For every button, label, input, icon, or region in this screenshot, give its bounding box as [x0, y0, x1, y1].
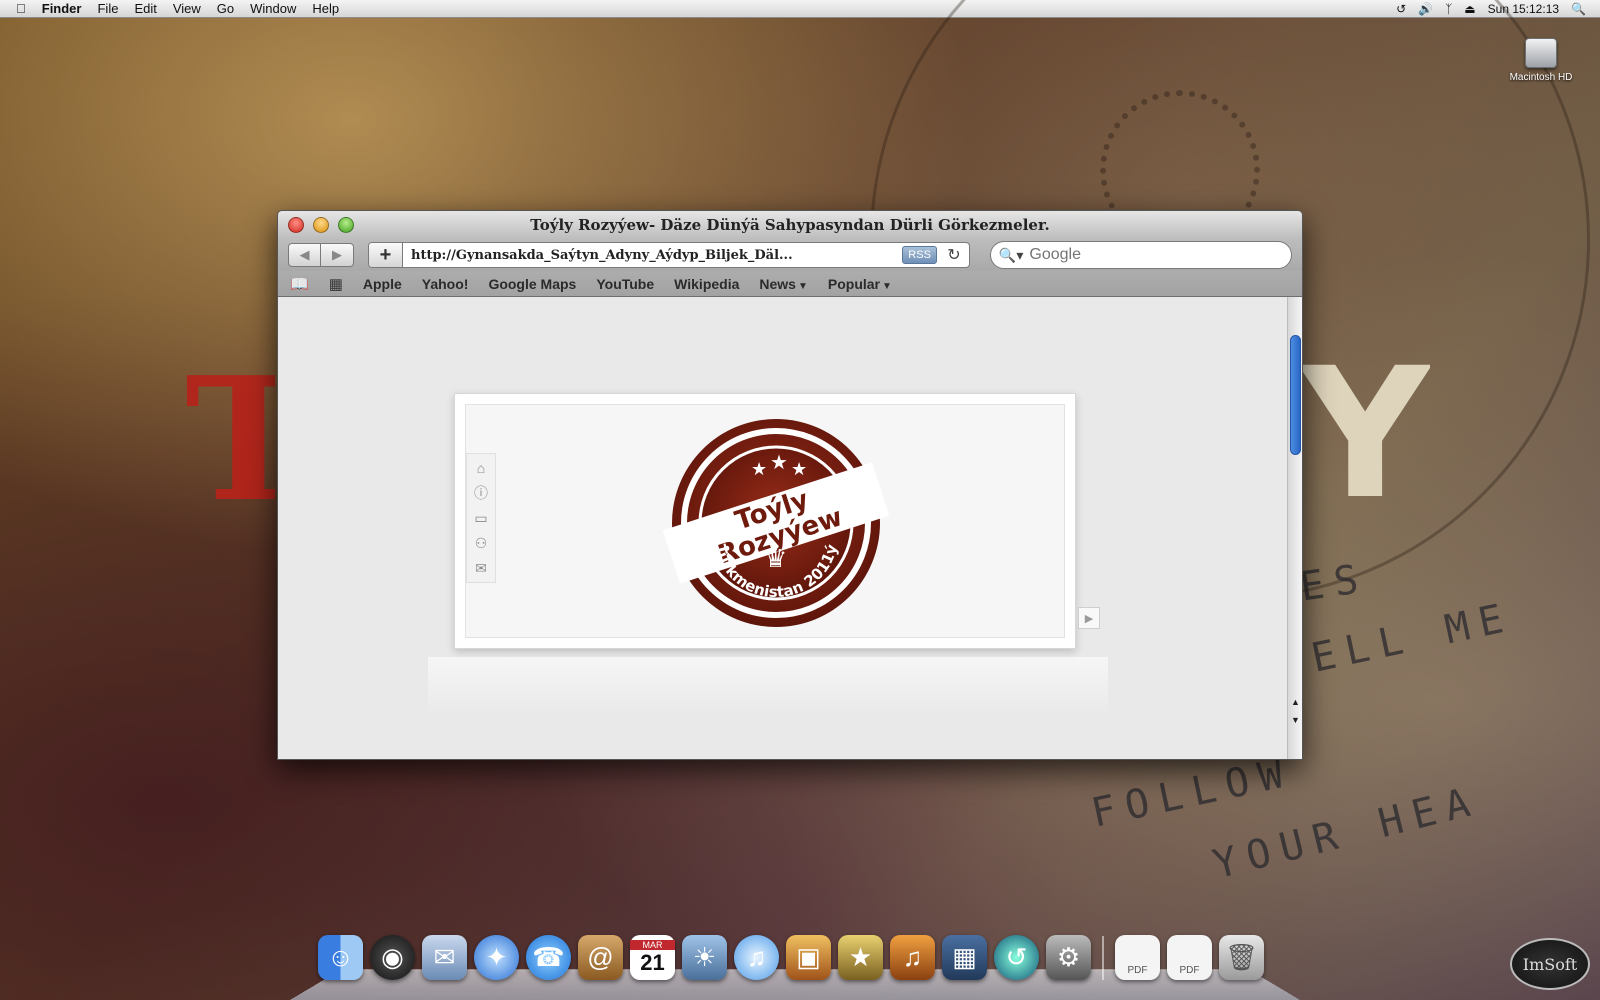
bookmark-menu-popular-label: Popular — [827, 275, 880, 292]
dock-iphoto-icon[interactable]: ☀ — [682, 935, 727, 980]
add-bookmark-button[interactable]: + — [369, 243, 403, 267]
vertical-scrollbar[interactable]: ▲ ▼ — [1287, 297, 1302, 759]
chevron-down-icon: ▼ — [882, 280, 892, 292]
macintosh-hd-icon[interactable]: Macintosh HD — [1505, 38, 1577, 83]
dock-garageband-icon[interactable]: ♫ — [890, 935, 935, 980]
bookmark-youtube[interactable]: YouTube — [596, 276, 654, 292]
dock-ical-icon[interactable]: MAR 21 — [630, 935, 675, 980]
dock-spaces-icon[interactable]: ▦ — [942, 935, 987, 980]
back-arrow-icon: ◀ — [299, 247, 310, 262]
dock-mail-icon[interactable]: ✉ — [422, 935, 467, 980]
page-content: ⌂ ⓘ ▭ ⚇ ✉ Toýly Rozyýew ★ ★ ★ ♛ Türkmeni… — [278, 297, 1302, 759]
search-field: 🔍▾ — [989, 241, 1292, 269]
dock-imovie-icon[interactable]: ★ — [838, 935, 883, 980]
back-button[interactable]: ◀ — [288, 243, 321, 267]
dock-safari-icon[interactable]: ✦ — [474, 935, 519, 980]
dock-pdf-document-icon[interactable]: PDF — [1167, 935, 1212, 980]
address-bar: + RSS ↻ — [368, 242, 970, 268]
dock-time-machine-icon[interactable]: ↺ — [994, 935, 1039, 980]
dock-address-book-icon[interactable]: @ — [578, 935, 623, 980]
dock-trash-icon[interactable]: 🗑 — [1219, 935, 1264, 980]
chevron-down-icon: ▼ — [797, 280, 808, 292]
dock-ical-month: MAR — [630, 939, 675, 950]
next-arrow-button[interactable]: ▶ — [1078, 607, 1100, 629]
reload-icon[interactable]: ↻ — [943, 245, 965, 265]
dock-pdf-label: PDF — [1127, 965, 1148, 976]
help-icon[interactable]: ⓘ — [474, 485, 488, 501]
dock-itunes-icon[interactable]: ♫ — [734, 935, 779, 980]
logo-star-icon: ★ — [770, 452, 788, 474]
dock-separator — [1102, 936, 1104, 980]
imsoft-watermark-logo: ImSoft — [1510, 938, 1590, 990]
bookmark-google-maps[interactable]: Google Maps — [488, 276, 576, 292]
scroll-thumb[interactable] — [1290, 335, 1301, 455]
menu-edit[interactable]: Edit — [134, 0, 156, 18]
dock-finder-icon[interactable]: ☺ — [318, 935, 363, 980]
page-inner: ⌂ ⓘ ▭ ⚇ ✉ Toýly Rozyýew ★ ★ ★ ♛ Türkmeni… — [465, 404, 1065, 638]
logo-star-icon: ★ — [751, 459, 767, 479]
dock-preview-icon[interactable]: ▣ — [786, 935, 831, 980]
wallpaper-text-3: FOLLOW — [1087, 749, 1298, 837]
scroll-down-arrow-icon[interactable]: ▼ — [1288, 715, 1302, 731]
menu-go[interactable]: Go — [217, 0, 234, 18]
dock-dashboard-icon[interactable]: ◉ — [370, 935, 415, 980]
bookmark-menu-news[interactable]: News ▼ — [759, 276, 807, 292]
show-bookmarks-icon[interactable]: 📖 — [290, 275, 309, 293]
window-titlebar[interactable]: Toýly Rozyýew- Däze Dünýä Sahypasyndan D… — [278, 211, 1302, 239]
spotlight-icon[interactable]: 🔍 — [1571, 0, 1586, 18]
page-reflection — [428, 657, 1108, 717]
logo-crown-icon: ♛ — [764, 543, 787, 573]
search-icon[interactable]: 🔍▾ — [999, 247, 1023, 264]
forward-button[interactable]: ▶ — [321, 243, 354, 267]
search-input[interactable] — [1029, 246, 1280, 264]
top-sites-icon[interactable]: ▦ — [329, 275, 343, 293]
wallpaper-text-2: ELL ME — [1307, 594, 1518, 682]
bookmark-menu-popular[interactable]: Popular ▼ — [828, 276, 892, 292]
wallpaper-letter-t: T — [185, 368, 275, 513]
window-title: Toýly Rozyýew- Däze Dünýä Sahypasyndan D… — [530, 216, 1050, 234]
home-icon[interactable]: ⌂ — [477, 460, 485, 476]
page-card: ⌂ ⓘ ▭ ⚇ ✉ Toýly Rozyýew ★ ★ ★ ♛ Türkmeni… — [454, 393, 1076, 649]
monitor-icon[interactable]: ▭ — [474, 510, 487, 526]
url-input[interactable] — [403, 243, 903, 267]
users-icon[interactable]: ⚇ — [475, 535, 488, 551]
dock-pdf-label: PDF — [1179, 965, 1200, 976]
bookmark-wikipedia[interactable]: Wikipedia — [674, 276, 739, 292]
hard-drive-icon — [1525, 38, 1557, 68]
dock-system-preferences-icon[interactable]: ⚙ — [1046, 935, 1091, 980]
forward-arrow-icon: ▶ — [332, 247, 342, 262]
wallpaper-text-1: ES — [1297, 555, 1372, 611]
close-window-button[interactable] — [288, 217, 304, 233]
safari-window: Toýly Rozyýew- Däze Dünýä Sahypasyndan D… — [277, 210, 1303, 760]
dock: ☺ ◉ ✉ ✦ ☎ @ MAR 21 ☀ ♫ ▣ ★ ♫ ▦ ↺ ⚙ PDF P… — [318, 935, 1264, 980]
scroll-up-arrow-icon[interactable]: ▲ — [1288, 697, 1302, 713]
menu-file[interactable]: File — [97, 0, 118, 18]
site-logo: Toýly Rozyýew ★ ★ ★ ♛ Türkmenistan 2011ý — [662, 419, 890, 627]
bookmark-apple[interactable]: Apple — [363, 276, 402, 292]
logo-star-icon: ★ — [791, 459, 807, 479]
bookmarks-bar: 📖 ▦ Apple Yahoo! Google Maps YouTube Wik… — [278, 271, 1302, 297]
bookmark-yahoo[interactable]: Yahoo! — [422, 276, 469, 292]
wallpaper-letter-y: Y — [1300, 350, 1430, 520]
dock-ichat-icon[interactable]: ☎ — [526, 935, 571, 980]
menu-app-finder[interactable]: Finder — [42, 0, 82, 18]
zoom-window-button[interactable] — [338, 217, 354, 233]
minimize-window-button[interactable] — [313, 217, 329, 233]
dock-pdf-document-icon[interactable]: PDF — [1115, 935, 1160, 980]
apple-menu-icon[interactable]:  — [16, 0, 26, 18]
mail-icon[interactable]: ✉ — [475, 560, 487, 576]
menu-window[interactable]: Window — [250, 0, 296, 18]
rss-button[interactable]: RSS — [902, 246, 937, 264]
browser-toolbar: ◀ ▶ + RSS ↻ 🔍▾ — [278, 239, 1302, 271]
bookmark-menu-news-label: News — [759, 275, 796, 292]
menu-help[interactable]: Help — [312, 0, 339, 18]
side-nav: ⌂ ⓘ ▭ ⚇ ✉ — [466, 453, 496, 583]
dock-ical-day: 21 — [640, 949, 665, 975]
menu-view[interactable]: View — [173, 0, 201, 18]
macintosh-hd-label: Macintosh HD — [1509, 72, 1573, 83]
